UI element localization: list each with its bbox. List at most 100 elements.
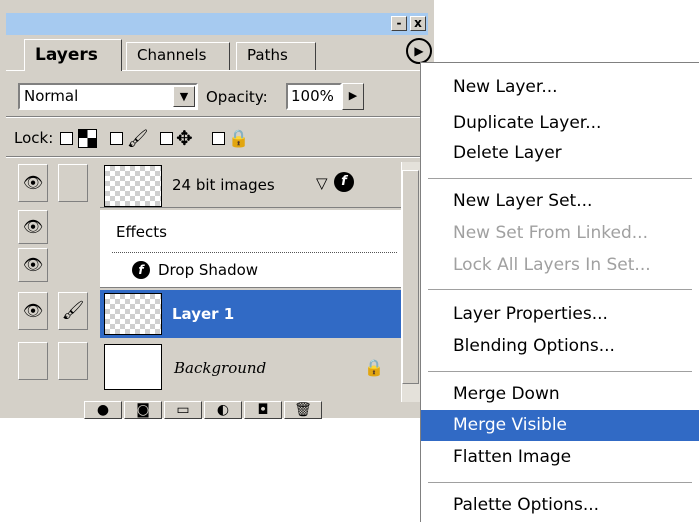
menu-separator [428,482,692,484]
tab-channels-label: Channels [137,46,207,64]
lock-image-checkbox[interactable] [110,132,123,145]
background-visibility-toggle[interactable] [18,342,48,380]
eye-icon: 👁 [22,173,44,192]
lock-icon: 🔒 [228,129,250,149]
close-icon: x [414,16,422,30]
mask-icon: ◙ [136,402,150,418]
effects-icon: f [334,172,354,192]
lock-label: Lock: [14,129,54,147]
divider [6,156,420,158]
opacity-slider-button[interactable]: ▶ [342,83,364,110]
layer-1-brush-toggle[interactable]: 🖌 [58,292,88,330]
layer-1-visibility-toggle[interactable]: 👁 [18,292,48,330]
menu-item-flatten-image[interactable]: Flatten Image [421,442,699,473]
menu-item-merge-down[interactable]: Merge Down [421,379,699,410]
adjustment-layer-button[interactable]: ◐ [204,401,242,419]
menu-item-new-layer[interactable]: New Layer... [421,72,699,103]
divider [6,116,420,118]
menu-item-label: Delete Layer [453,143,562,163]
tab-layers[interactable]: Layers [24,39,122,71]
lock-icon: 🔒 [364,358,384,377]
lock-position-checkbox[interactable] [160,132,173,145]
opacity-label: Opacity: [206,88,268,106]
layer-thumbnail [104,293,162,335]
eye-icon: 👁 [22,301,44,320]
move-icon: ✥ [176,126,193,150]
tab-paths[interactable]: Paths [236,42,316,70]
chevron-down-icon: ▼ [179,90,189,103]
layer-link-toggle[interactable] [58,164,88,202]
delete-layer-button[interactable]: 🗑 [284,401,322,419]
opacity-input[interactable]: 100% [286,83,342,110]
effects-visibility-toggle[interactable]: 👁 [18,210,48,244]
menu-item-new-layer-set[interactable]: New Layer Set... [421,186,699,217]
new-layer-button[interactable]: ◘ [244,401,282,419]
palette-menu-button[interactable]: ▶ [406,38,432,64]
blend-mode-value: Normal [24,87,79,105]
opacity-value: 100% [291,87,334,105]
drop-shadow-visibility-toggle[interactable]: 👁 [18,248,48,282]
menu-item-label: Layer Properties... [453,304,608,324]
eye-icon: 👁 [22,217,44,236]
effects-divider [112,252,397,253]
right-arrow-circle-icon: ▶ [414,44,424,58]
layer-thumbnail [104,344,162,390]
folder-icon: ▭ [176,402,190,418]
menu-item-lock-all-layers[interactable]: Lock All Layers In Set... [421,250,699,281]
lock-transparency-checkbox[interactable] [60,132,73,145]
menu-item-new-set-from-linked[interactable]: New Set From Linked... [421,218,699,249]
background-link-toggle[interactable] [58,342,88,380]
tab-paths-label: Paths [247,46,288,64]
menu-item-label: Palette Options... [453,495,600,515]
new-set-button[interactable]: ▭ [164,401,202,419]
menu-item-label: New Layer... [453,77,558,97]
effects-icon: f [132,261,150,279]
menu-item-label: New Layer Set... [453,191,593,211]
add-mask-button[interactable]: ◙ [124,401,162,419]
adjustment-layer-icon: ◐ [216,402,230,418]
menu-separator [428,371,692,373]
layer-name: Background [174,359,267,377]
menu-item-merge-visible[interactable]: Merge Visible [421,410,699,441]
blend-mode-dropdown-arrow[interactable]: ▼ [173,86,195,107]
menu-separator [428,178,692,180]
blend-mode-select[interactable]: Normal [18,83,198,110]
tab-layers-label: Layers [35,45,98,65]
minimize-button[interactable]: - [391,16,407,31]
drop-shadow-label: Drop Shadow [158,261,259,279]
layer-name: Layer 1 [172,305,235,323]
palette-titlebar[interactable] [6,13,428,35]
trash-icon: 🗑 [294,402,312,418]
layer-visibility-toggle[interactable]: 👁 [18,164,48,202]
scrollbar-thumb[interactable] [402,170,419,384]
menu-item-blending-options[interactable]: Blending Options... [421,331,699,362]
eye-icon: 👁 [22,255,44,274]
lock-all-checkbox[interactable] [212,132,225,145]
menu-item-label: Blending Options... [453,336,615,356]
right-arrow-icon: ▶ [348,89,358,102]
menu-item-label: Duplicate Layer... [453,113,602,133]
effects-icon: ● [96,402,110,418]
menu-item-duplicate-layer[interactable]: Duplicate Layer... [421,108,699,139]
new-layer-icon: ◘ [257,402,269,418]
minimize-icon: - [396,16,402,30]
menu-item-label: Merge Visible [453,415,568,435]
menu-item-layer-properties[interactable]: Layer Properties... [421,299,699,330]
menu-item-label: Flatten Image [453,447,572,467]
effects-label: Effects [116,223,167,241]
triangle-down-icon[interactable]: ▽ [316,174,328,192]
menu-separator [428,289,692,291]
menu-item-palette-options[interactable]: Palette Options... [421,490,699,521]
transparency-icon [78,129,97,148]
tab-channels[interactable]: Channels [126,42,230,70]
paint-brush-icon: 🖌 [127,129,149,149]
menu-item-label: New Set From Linked... [453,223,648,243]
menu-item-delete-layer[interactable]: Delete Layer [421,138,699,169]
menu-item-label: Merge Down [453,384,560,404]
menu-item-label: Lock All Layers In Set... [453,255,651,275]
close-button[interactable]: x [410,16,426,31]
paint-brush-icon: 🖌 [61,300,85,321]
layer-name: 24 bit images [172,176,275,194]
add-effect-button[interactable]: ● [84,401,122,419]
layer-thumbnail [104,165,162,207]
